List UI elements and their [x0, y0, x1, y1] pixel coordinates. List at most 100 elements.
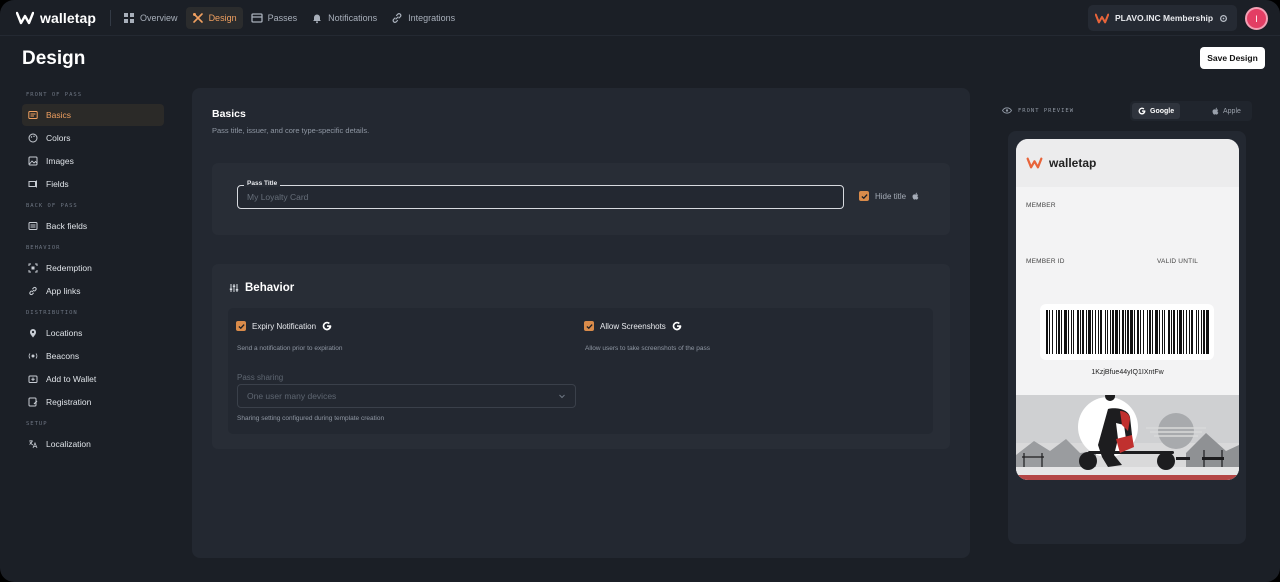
sidebar-item-localization[interactable]: Localization	[22, 433, 164, 455]
sidebar-section-title: BEHAVIOR	[26, 245, 61, 251]
barcode-value: 1KzjBfue44yIQ1IXntFw	[1091, 369, 1164, 376]
barcode-bar	[1162, 310, 1163, 354]
page-title: Design	[22, 48, 86, 69]
pass-title-label: Pass Title	[244, 180, 281, 187]
fields-icon	[28, 180, 37, 188]
sidebar: FRONT OF PASS Basics Colors Images Field…	[22, 88, 164, 456]
platform-toggle: Google Apple	[1130, 101, 1252, 121]
nav-overview[interactable]: Overview	[117, 7, 184, 29]
hide-title-option[interactable]: Hide title	[859, 191, 919, 201]
nav-label: Integrations	[408, 12, 456, 23]
barcode-bar	[1173, 310, 1175, 354]
barcode-bar	[1058, 310, 1060, 354]
gear-icon	[1220, 14, 1228, 22]
apple-label: Apple	[1223, 107, 1241, 115]
barcode-bar	[1080, 310, 1081, 354]
sidebar-item-label: Localization	[46, 439, 91, 449]
google-label: Google	[1150, 107, 1175, 115]
nav-divider	[110, 9, 112, 26]
check-icon	[585, 323, 593, 329]
pass-sharing-help: Sharing setting configured during templa…	[237, 415, 385, 422]
save-design-button[interactable]: Save Design	[1200, 47, 1265, 69]
barcode-bar	[1201, 310, 1202, 354]
pass-sharing-value: One user many devices	[247, 391, 337, 401]
basics-icon	[28, 111, 38, 119]
sidebar-item-add-to-wallet[interactable]: Add to Wallet	[22, 368, 164, 390]
app-window: walletap Overview Design Passes Notifica…	[0, 0, 1280, 582]
nav-integrations[interactable]: Integrations	[385, 7, 461, 29]
sidebar-item-basics[interactable]: Basics	[22, 104, 164, 126]
wallet-icon	[28, 375, 38, 383]
palette-icon	[28, 133, 38, 143]
barcode-bar	[1186, 310, 1187, 354]
barcode-bar	[1127, 310, 1129, 354]
membership-switcher[interactable]: PLAVO.INC Membership	[1088, 5, 1237, 31]
passes-icon	[250, 12, 263, 23]
walletap-logo-icon	[16, 11, 34, 24]
sidebar-item-fields[interactable]: Fields	[22, 173, 164, 195]
barcode-bar	[1134, 310, 1135, 354]
pass-sharing-select[interactable]: One user many devices	[237, 384, 576, 408]
barcode-bar	[1137, 310, 1139, 354]
allow-screenshots-option[interactable]: Allow Screenshots	[584, 321, 682, 331]
expiry-notification-option[interactable]: Expiry Notification	[236, 321, 332, 331]
barcode-graphic	[1046, 310, 1209, 354]
barcode-bar	[1140, 310, 1141, 354]
pass-title-input[interactable]	[237, 185, 844, 209]
barcode-bar	[1168, 310, 1170, 354]
barcode-bar	[1155, 310, 1158, 354]
nav-notifications[interactable]: Notifications	[305, 7, 383, 29]
sidebar-item-label: Fields	[46, 179, 69, 189]
google-icon	[322, 321, 332, 331]
allow-screenshots-checkbox[interactable]	[584, 321, 594, 331]
apple-preview-button[interactable]: Apple	[1206, 103, 1247, 119]
barcode-bar	[1191, 310, 1193, 354]
sliders-icon	[229, 284, 239, 292]
barcode-bar	[1086, 310, 1087, 354]
registration-icon	[28, 397, 38, 407]
back-fields-icon	[28, 222, 38, 230]
google-preview-button[interactable]: Google	[1132, 103, 1181, 119]
nav-design[interactable]: Design	[185, 6, 243, 29]
check-icon	[237, 323, 245, 329]
barcode-bar	[1082, 310, 1084, 354]
barcode-bar	[1171, 310, 1172, 354]
sidebar-item-app-links[interactable]: App links	[22, 280, 164, 302]
barcode-bar	[1052, 310, 1053, 354]
brand-name: walletap	[40, 9, 97, 26]
pass-preview-card: walletap MEMBER MEMBER ID VALID UNTIL 1K…	[1016, 139, 1239, 480]
hero-image	[1016, 395, 1239, 480]
sidebar-item-redemption[interactable]: Redemption	[22, 257, 164, 279]
barcode-bar	[1092, 310, 1093, 354]
sidebar-item-label: Colors	[46, 133, 71, 143]
hide-title-checkbox[interactable]	[859, 191, 869, 201]
sidebar-item-back-fields[interactable]: Back fields	[22, 215, 164, 237]
barcode-bar	[1149, 310, 1151, 354]
member-id-label: MEMBER ID	[1026, 258, 1065, 265]
sidebar-item-registration[interactable]: Registration	[22, 391, 164, 413]
sidebar-section-title: FRONT OF PASS	[26, 92, 83, 98]
barcode-bar	[1164, 310, 1165, 354]
avatar[interactable]: I	[1245, 7, 1268, 30]
brand-logo[interactable]: walletap	[16, 10, 96, 26]
nav-passes[interactable]: Passes	[245, 7, 304, 29]
sidebar-item-images[interactable]: Images	[22, 150, 164, 172]
behavior-title: Behavior	[245, 282, 295, 294]
sidebar-item-colors[interactable]: Colors	[22, 127, 164, 149]
chevron-down-icon	[559, 394, 565, 399]
barcode-bar	[1095, 310, 1096, 354]
sidebar-item-locations[interactable]: Locations	[22, 322, 164, 344]
google-icon	[1138, 107, 1146, 115]
image-icon	[28, 156, 38, 166]
sidebar-item-label: Back fields	[46, 221, 88, 231]
nav-label: Overview	[140, 12, 178, 23]
link-icon	[29, 286, 37, 296]
nav-label: Passes	[267, 12, 298, 23]
barcode-bar	[1061, 310, 1062, 354]
allow-screenshots-description: Allow users to take screenshots of the p…	[585, 345, 711, 352]
apple-icon	[912, 192, 919, 200]
sidebar-item-beacons[interactable]: Beacons	[22, 345, 164, 367]
barcode-bar	[1105, 310, 1106, 354]
expiry-notification-checkbox[interactable]	[236, 321, 246, 331]
barcode-bar	[1122, 310, 1124, 354]
